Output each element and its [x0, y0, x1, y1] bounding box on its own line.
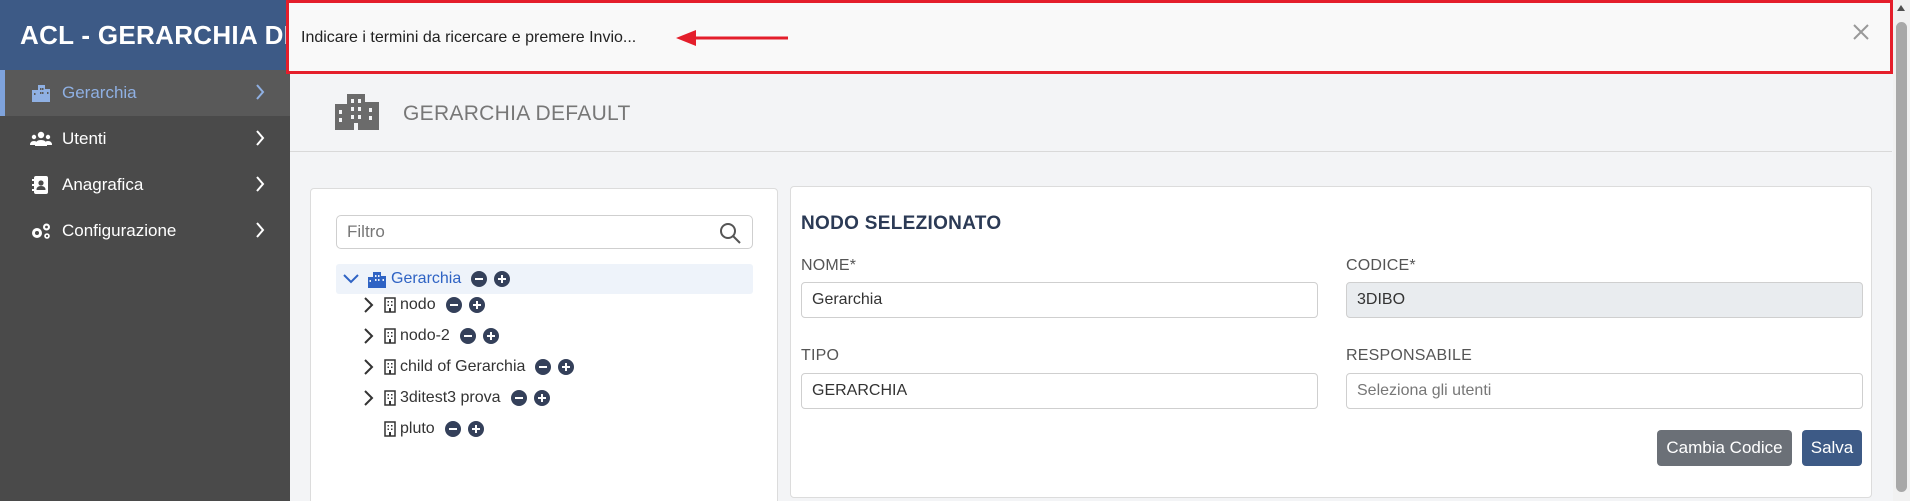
notice-text: Indicare i termini da ricercare e premer… — [301, 29, 637, 46]
tipo-label: TIPO — [801, 347, 840, 364]
building-icon — [30, 83, 52, 103]
tree-node-label: child of Gerarchia — [400, 358, 526, 375]
scrollbar[interactable] — [1893, 0, 1910, 501]
chevron-down-icon[interactable] — [341, 269, 361, 289]
building-icon — [384, 328, 396, 344]
sidebar-item-label: Anagrafica — [62, 175, 144, 194]
add-node-button[interactable] — [533, 390, 550, 406]
responsabile-field[interactable] — [1346, 373, 1863, 409]
tree-panel: Gerarchia nodo nodo-2 chil — [310, 188, 778, 501]
tree-node-label: pluto — [400, 420, 435, 437]
building-icon — [384, 390, 396, 406]
page-header: GERARCHIA DEFAULT — [290, 72, 1892, 152]
tipo-value: GERARCHIA — [812, 382, 908, 399]
chevron-right-icon — [255, 83, 265, 106]
remove-node-button[interactable] — [444, 421, 461, 437]
detail-panel: NODO SELEZIONATO NOME* Gerarchia CODICE*… — [790, 186, 1872, 498]
scroll-thumb[interactable] — [1896, 22, 1907, 492]
nome-value: Gerarchia — [812, 291, 883, 308]
chevron-right-icon — [255, 129, 265, 152]
sidebar-item-anagrafica[interactable]: Anagrafica — [0, 162, 290, 208]
sidebar-item-utenti[interactable]: Utenti — [0, 116, 290, 162]
tree-node-nodo[interactable]: nodo — [358, 290, 485, 320]
app-title: ACL - GERARCHIA DEFAULT — [0, 0, 290, 70]
codice-label: CODICE* — [1346, 257, 1416, 274]
remove-node-button[interactable] — [471, 271, 488, 287]
codice-field: 3DIBO — [1346, 282, 1863, 318]
chevron-right-icon[interactable] — [358, 295, 378, 315]
search-hint-notice: Indicare i termini da ricercare e premer… — [286, 0, 1893, 74]
chevron-right-icon — [255, 175, 265, 198]
tree-node-child-of-gerarchia[interactable]: child of Gerarchia — [358, 352, 575, 382]
remove-node-button[interactable] — [535, 359, 552, 375]
cambia-codice-button[interactable]: Cambia Codice — [1657, 430, 1792, 466]
remove-node-button[interactable] — [510, 390, 527, 406]
tipo-field[interactable]: GERARCHIA — [801, 373, 1318, 409]
sidebar-item-label: Configurazione — [62, 221, 177, 240]
close-icon[interactable] — [1852, 23, 1870, 46]
salva-button[interactable]: Salva — [1802, 430, 1862, 466]
building-icon — [384, 359, 396, 375]
add-node-button[interactable] — [494, 271, 511, 287]
chevron-right-icon[interactable] — [358, 388, 378, 408]
responsabile-label: RESPONSABILE — [1346, 347, 1473, 364]
nome-field[interactable]: Gerarchia — [801, 282, 1318, 318]
building-icon — [384, 297, 396, 313]
add-node-button[interactable] — [467, 421, 484, 437]
building-icon — [367, 271, 387, 288]
nome-label: NOME* — [801, 257, 857, 274]
codice-value: 3DIBO — [1357, 291, 1406, 308]
filter-box — [336, 215, 753, 249]
tree-node-label: nodo-2 — [400, 327, 450, 344]
gears-icon — [30, 221, 52, 241]
add-node-button[interactable] — [558, 359, 575, 375]
city-icon — [335, 94, 379, 135]
search-icon[interactable] — [718, 221, 742, 250]
arrow-left-icon — [674, 29, 789, 52]
scroll-up-icon[interactable] — [1897, 5, 1905, 11]
sidebar: ACL - GERARCHIA DEFAULT Gerarchia Utenti… — [0, 0, 290, 501]
detail-title: NODO SELEZIONATO — [801, 213, 1002, 234]
users-icon — [30, 129, 52, 149]
tree-node-pluto[interactable]: pluto — [384, 414, 484, 444]
page-title: GERARCHIA DEFAULT — [403, 102, 631, 125]
tree-node-label: Gerarchia — [391, 270, 462, 287]
responsabile-input[interactable] — [1357, 374, 1862, 408]
tree-node-label: nodo — [400, 296, 436, 313]
sidebar-item-configurazione[interactable]: Configurazione — [0, 208, 290, 254]
tree-node-label: 3ditest3 prova — [400, 389, 501, 406]
tree-node-3ditest3-prova[interactable]: 3ditest3 prova — [358, 383, 550, 413]
chevron-right-icon[interactable] — [358, 326, 378, 346]
remove-node-button[interactable] — [445, 297, 462, 313]
tree-node-nodo-2[interactable]: nodo-2 — [358, 321, 499, 351]
sidebar-item-label: Utenti — [62, 129, 107, 148]
address-book-icon — [30, 175, 52, 195]
building-icon — [384, 421, 396, 437]
remove-node-button[interactable] — [459, 328, 476, 344]
chevron-right-icon[interactable] — [358, 357, 378, 377]
filter-input[interactable] — [347, 216, 707, 248]
add-node-button[interactable] — [482, 328, 499, 344]
add-node-button[interactable] — [468, 297, 485, 313]
chevron-right-icon — [255, 221, 265, 244]
sidebar-item-label: Gerarchia — [62, 83, 137, 102]
sidebar-item-gerarchia[interactable]: Gerarchia — [0, 70, 290, 116]
